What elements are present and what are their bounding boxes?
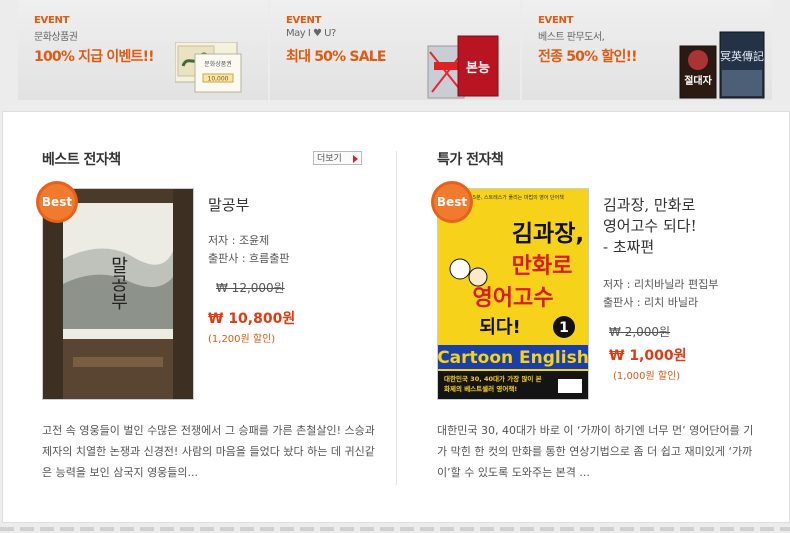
banner-subtitle: May I ♥ U? (286, 28, 336, 39)
banner-title: 전종 50% 할인!! (538, 49, 638, 65)
cover-bottom-1: 대한민국 30, 40대가 가장 많이 본 (444, 374, 542, 383)
book-author: 저자 : 조윤제 (208, 234, 270, 247)
event-banner-strip: EVENT 문화상품권 100% 지급 이벤트!! 문화상품권 10,000 E… (18, 0, 772, 100)
book-title-line: 김과장, 만화로 (603, 196, 696, 214)
book-author: 저자 : 리치바닐라 편집부 (603, 278, 719, 291)
event-banner-gift-card[interactable]: EVENT 문화상품권 100% 지급 이벤트!! 문화상품권 10,000 (18, 0, 268, 100)
best-badge: Best (431, 181, 473, 223)
banner-title: 100% 지급 이벤트!! (34, 49, 155, 65)
book-title[interactable]: 말공부 (208, 195, 249, 216)
banner-subtitle: 베스트 판무도서, (538, 32, 605, 43)
book-title-line: 영어고수 되다! (603, 217, 697, 235)
book-description: 대한민국 30, 40대가 바로 이 ‘가까이 하기엔 너무 먼’ 영어단어를 … (437, 424, 754, 479)
discount-amount: (1,000원 할인) (613, 371, 681, 382)
special-ebook-heading: 특가 전자책 (437, 152, 504, 168)
cover-text: 본능 (466, 61, 490, 76)
best-badge: Best (36, 181, 78, 223)
event-banner-fantasy-sale[interactable]: EVENT 베스트 판무도서, 전종 50% 할인!! 절대자 冥英傳記 (522, 0, 772, 100)
banner-subtitle: 문화상품권 (34, 32, 78, 43)
cover-bottom-2: 화제의 베스트셀러 영어책! (444, 384, 517, 393)
discount-amount: (1,200원 할인) (208, 334, 276, 345)
gift-card-image: 문화상품권 10,000 (174, 41, 251, 94)
cover-english: Cartoon English (438, 348, 588, 368)
column-divider (396, 151, 397, 485)
cover-tagline: 하루 5분, 스트레스가 풀리는 마법의 영어 단어책 (462, 194, 564, 201)
fantasy-covers-image: 절대자 冥英傳記 (676, 30, 768, 100)
original-price: ₩ 2,000원 (609, 325, 671, 339)
sale-price: ₩ 10,800원 (208, 311, 296, 327)
cover-line-3: 영어고수 (473, 286, 554, 311)
cover-volume: 1 (559, 320, 569, 336)
event-banner-may-sale[interactable]: EVENT May I ♥ U? 최대 50% SALE 본능 (270, 0, 520, 100)
cover-text: 절대자 (684, 74, 712, 87)
cover-line-2: 만화로 (512, 254, 573, 279)
best-ebook-heading: 베스트 전자책 (42, 152, 121, 168)
voucher-label: 문화상품권 (204, 60, 232, 68)
voucher-amount: 10,000 (208, 76, 229, 83)
banner-tag: EVENT (538, 15, 574, 26)
banner-tag: EVENT (34, 15, 70, 26)
dashed-divider (0, 527, 790, 531)
book-title-line: - 초짜편 (603, 238, 655, 256)
sale-price: ₩ 1,000원 (609, 348, 687, 364)
book-description: 고전 속 영웅들이 벌인 수많은 전쟁에서 그 승패를 가른 촌철살인! 스승과… (42, 424, 375, 479)
banner-tag: EVENT (286, 15, 322, 26)
original-price: ₩ 12,000원 (216, 281, 285, 295)
book-publisher: 출판사 : 리치 바닐라 (603, 296, 699, 309)
cover-line-4: 되다! (479, 317, 520, 338)
banner-title: 최대 50% SALE (286, 49, 386, 65)
book-publisher: 출판사 : 흐름출판 (208, 252, 290, 265)
cover-title: 말공부 (108, 256, 129, 310)
cover-line-1: 김과장, (512, 221, 584, 247)
book-title[interactable]: 김과장, 만화로 영어고수 되다! - 초짜편 (603, 195, 697, 258)
cover-text: 冥英傳記 (720, 49, 764, 63)
badge-label: Best (42, 195, 72, 209)
book-covers-image: 본능 (424, 32, 504, 100)
more-button-label: 더보기 (317, 154, 342, 164)
badge-label: Best (437, 195, 467, 209)
more-button[interactable]: 더보기 (313, 151, 362, 165)
arrow-right-icon (353, 155, 358, 163)
